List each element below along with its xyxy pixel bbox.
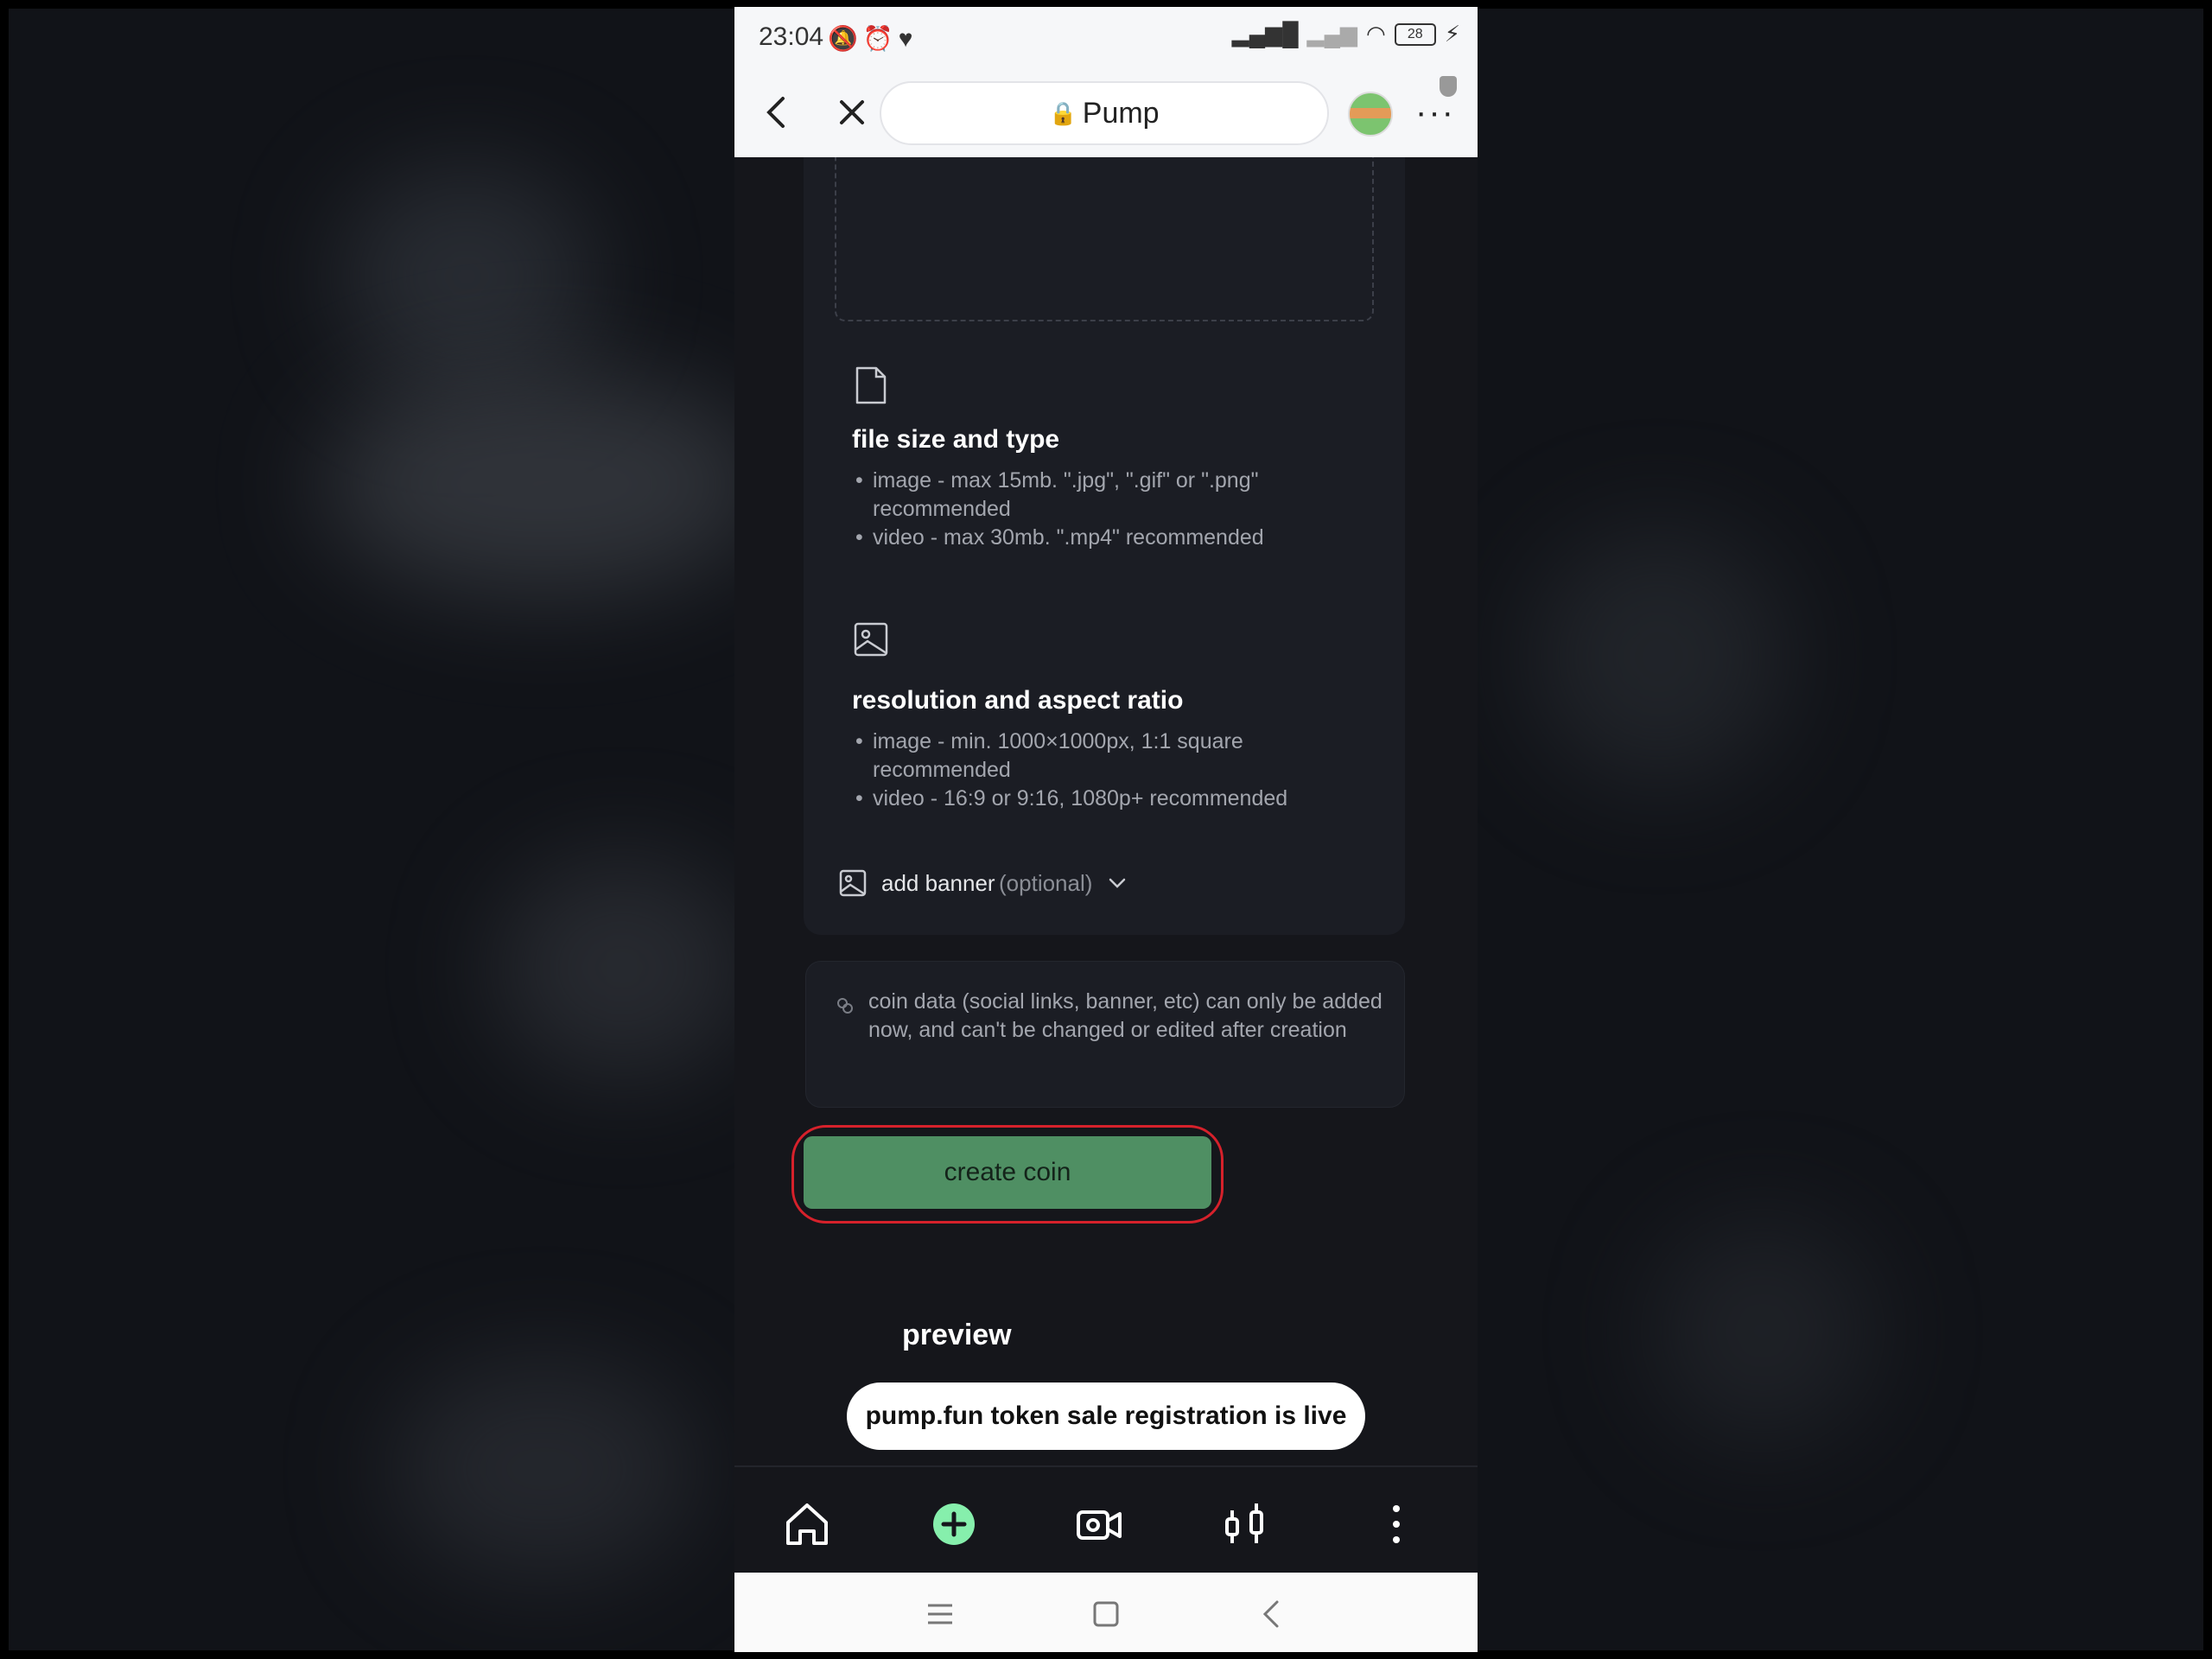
file-icon [855, 366, 887, 404]
system-navigation-bar [734, 1573, 1478, 1652]
notification-icons: 🔕⏰♥ [828, 24, 918, 53]
chevron-down-icon [1109, 878, 1126, 888]
add-banner-toggle[interactable]: add banner (optional) [838, 866, 1128, 900]
list-item: image - max 15mb. ".jpg", ".gif" or ".pn… [852, 467, 1370, 524]
system-back-icon[interactable] [1256, 1599, 1287, 1630]
resolution-title: resolution and aspect ratio [852, 686, 1184, 715]
blur-blob [1650, 1218, 1875, 1443]
home-icon[interactable] [779, 1497, 835, 1552]
list-item: video - max 30mb. ".mp4" recommended [852, 524, 1370, 552]
more-vertical-icon[interactable] [1369, 1497, 1424, 1552]
resolution-list: image - min. 1000×1000px, 1:1 square rec… [852, 728, 1370, 813]
wifi-icon: ◠ [1366, 21, 1386, 47]
blur-blob [1529, 527, 1789, 786]
more-menu-icon[interactable]: ··· [1415, 93, 1455, 132]
signal-icon: ▂▄▆█ [1231, 21, 1299, 47]
phone-screen: 23:04 🔕⏰♥ ▂▄▆█ ▂▄▆ ◠ 28 ⚡ 🔒 Pump ··· fil… [734, 7, 1478, 1652]
bottom-navigation [734, 1465, 1478, 1580]
system-icons: ▂▄▆█ ▂▄▆ ◠ 28 ⚡ [1232, 21, 1460, 48]
page-content: file size and type image - max 15mb. ".j… [734, 157, 1478, 1465]
blur-blob [320, 372, 769, 596]
upload-card: file size and type image - max 15mb. ".j… [804, 157, 1405, 935]
lock-icon: 🔒 [1049, 99, 1077, 126]
close-icon[interactable] [828, 88, 876, 137]
blur-blob [493, 855, 752, 1080]
back-arrow-icon[interactable] [753, 88, 802, 137]
file-size-title: file size and type [852, 425, 1060, 454]
create-plus-icon[interactable] [926, 1497, 982, 1552]
signal-off-icon: ▂▄▆ [1306, 21, 1358, 47]
file-size-list: image - max 15mb. ".jpg", ".gif" or ".pn… [852, 467, 1370, 552]
notice-text: coin data (social links, banner, etc) ca… [868, 989, 1382, 1042]
battery-icon: 28 [1394, 22, 1436, 46]
link-icon [837, 998, 853, 1014]
list-item: image - min. 1000×1000px, 1:1 square rec… [852, 728, 1370, 785]
blur-blob [389, 1357, 700, 1581]
status-bar: 23:04 🔕⏰♥ ▂▄▆█ ▂▄▆ ◠ 28 ⚡ [734, 7, 1478, 67]
address-text: Pump [1082, 97, 1160, 130]
status-time: 23:04 [759, 22, 824, 51]
profile-avatar[interactable] [1348, 92, 1393, 137]
toast-notification[interactable]: pump.fun token sale registration is live [847, 1382, 1365, 1450]
notice-box: coin data (social links, banner, etc) ca… [805, 961, 1405, 1108]
heart-icon: ♥ [898, 25, 918, 52]
alarm-icon: ⏰ [862, 25, 899, 52]
media-dropzone[interactable] [835, 157, 1374, 321]
preview-title: preview [902, 1319, 1012, 1351]
charging-icon: ⚡ [1444, 21, 1460, 47]
address-bar[interactable]: 🔒 Pump [880, 81, 1329, 145]
browser-toolbar: 🔒 Pump ··· [734, 67, 1478, 157]
video-camera-icon[interactable] [1071, 1497, 1127, 1552]
recents-menu-icon[interactable] [925, 1599, 956, 1630]
screen: 23:04 🔕⏰♥ ▂▄▆█ ▂▄▆ ◠ 28 ⚡ 🔒 Pump ··· fil… [0, 0, 2212, 1659]
chart-candles-icon[interactable] [1217, 1497, 1272, 1552]
blur-blob [337, 164, 596, 389]
banner-image-icon [839, 869, 867, 897]
mute-icon: 🔕 [828, 25, 863, 52]
add-banner-label: add banner [881, 869, 995, 896]
optional-label: (optional) [999, 869, 1093, 896]
image-icon [854, 622, 888, 657]
home-square-icon[interactable] [1090, 1599, 1122, 1630]
list-item: video - 16:9 or 9:16, 1080p+ recommended [852, 785, 1370, 813]
create-coin-button[interactable]: create coin [804, 1136, 1211, 1209]
